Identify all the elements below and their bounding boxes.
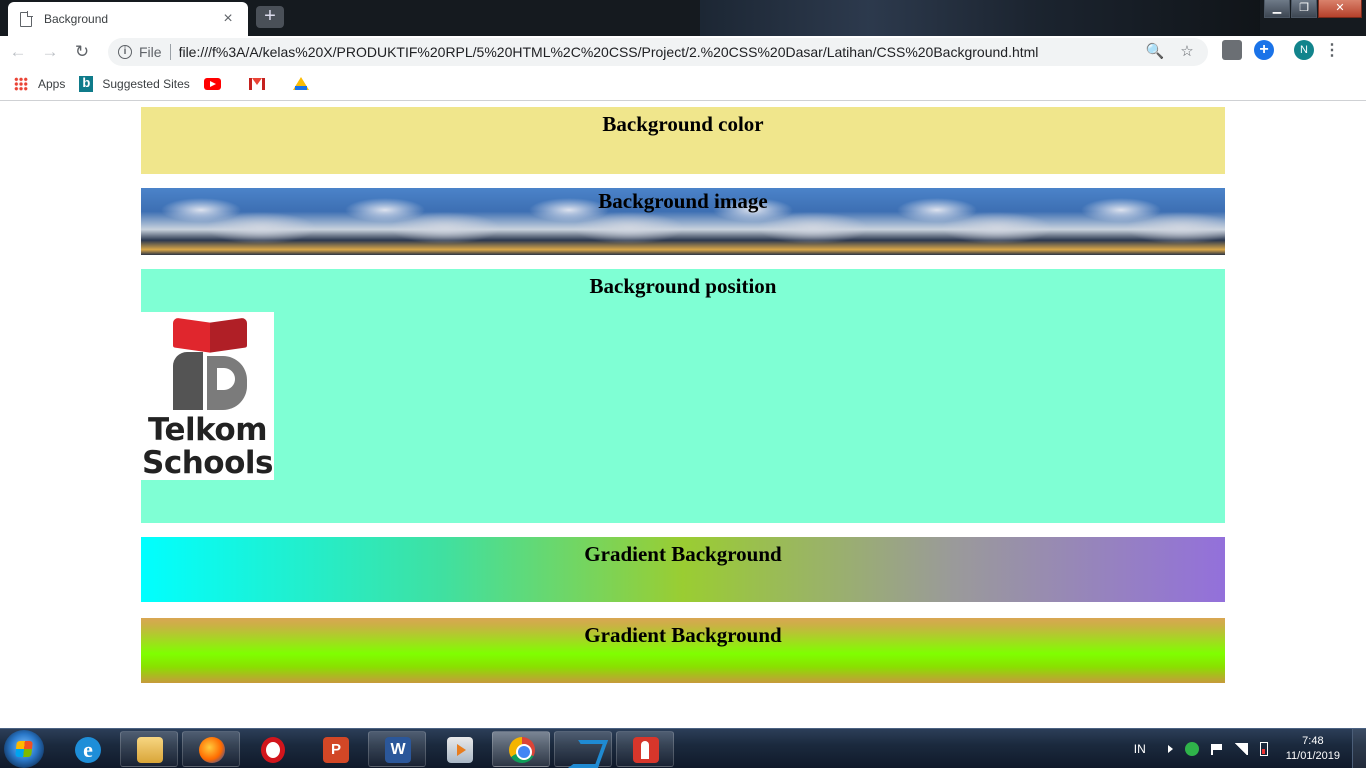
minimize-button[interactable]: ▁ — [1264, 0, 1290, 18]
window-controls: ▁ ❐ ✕ — [1263, 0, 1362, 18]
extensions-area: + N ⋮ — [1222, 40, 1340, 60]
battery-icon[interactable] — [1259, 742, 1268, 756]
word-icon: W — [385, 737, 411, 763]
taskbar-powerpoint[interactable]: P — [306, 731, 364, 767]
section-gradient-vertical: Gradient Background — [141, 618, 1225, 683]
profile-avatar[interactable]: N — [1294, 40, 1314, 60]
bookmark-suggested-sites[interactable]: Suggested Sites — [79, 75, 190, 92]
windows-taskbar: e P W IN 7:48 11/01/2019 — [0, 728, 1366, 768]
bing-icon — [79, 75, 94, 92]
tab-strip: Background × + ▁ ❐ ✕ — [0, 0, 1366, 36]
bookmark-label: Apps — [38, 77, 66, 91]
browser-toolbar: ← → ↻ i File file:///f%3A/A/kelas%20X/PR… — [0, 36, 1366, 68]
taskbar-firefox[interactable] — [182, 731, 240, 767]
media-player-icon — [447, 737, 473, 763]
acrobat-icon — [633, 737, 659, 763]
zoom-icon[interactable]: 🔍 — [1144, 41, 1166, 63]
background-window-blur — [700, 0, 1260, 36]
taskbar-opera[interactable] — [244, 731, 302, 767]
clock[interactable]: 7:48 11/01/2019 — [1286, 734, 1340, 764]
security-shield-icon[interactable] — [1184, 742, 1199, 756]
bookmark-gmail[interactable] — [248, 78, 279, 90]
section-heading: Gradient Background — [584, 623, 782, 647]
section-heading: Background image — [598, 189, 768, 213]
gmail-icon — [248, 78, 265, 90]
address-bar[interactable]: i File file:///f%3A/A/kelas%20X/PRODUKTI… — [108, 38, 1208, 66]
youtube-icon — [203, 78, 221, 90]
section-background-position: Background position Telkom Schools — [141, 269, 1225, 523]
clock-date: 11/01/2019 — [1285, 750, 1340, 762]
taskbar-media-player[interactable] — [430, 731, 488, 767]
reload-button[interactable]: ↻ — [68, 38, 96, 66]
tab-title: Background — [44, 12, 109, 26]
maximize-button[interactable]: ❐ — [1291, 0, 1317, 18]
extension-chat-icon[interactable] — [1222, 40, 1242, 60]
bookmark-youtube[interactable] — [203, 78, 235, 90]
taskbar-file-explorer[interactable] — [120, 731, 178, 767]
opera-icon — [261, 737, 285, 763]
section-background-color: Background color — [141, 107, 1225, 174]
taskbar-vscode[interactable] — [554, 731, 612, 767]
section-heading: Background position — [589, 274, 777, 298]
powerpoint-icon: P — [323, 737, 349, 763]
logo-text: Telkom Schools — [141, 414, 274, 480]
telkom-logo-mark-icon — [163, 318, 255, 414]
bookmark-star-icon[interactable]: ☆ — [1176, 41, 1198, 63]
logo-line-2: Schools — [142, 445, 273, 481]
telkom-schools-logo: Telkom Schools — [141, 312, 274, 480]
bookmarks-bar: Apps Suggested Sites — [0, 68, 1366, 101]
start-button[interactable] — [4, 730, 44, 768]
language-indicator[interactable]: IN — [1134, 742, 1146, 756]
bookmark-label: Suggested Sites — [102, 77, 190, 91]
section-background-image: Background image — [141, 188, 1225, 255]
bookmark-apps[interactable]: Apps — [14, 77, 65, 91]
taskbar-acrobat[interactable] — [616, 731, 674, 767]
apps-grid-icon — [14, 77, 28, 91]
chrome-icon — [509, 737, 535, 763]
logo-line-1: Telkom — [147, 412, 268, 448]
speaker-icon[interactable] — [1167, 745, 1173, 753]
google-drive-icon — [292, 77, 309, 91]
logo-s-shape — [207, 356, 247, 410]
section-heading: Gradient Background — [584, 542, 782, 566]
tab-close-icon[interactable]: × — [220, 10, 236, 28]
book-icon — [173, 320, 247, 350]
clock-time: 7:48 — [1302, 735, 1324, 747]
taskbar-word[interactable]: W — [368, 731, 426, 767]
taskbar-apps: e P W — [58, 731, 678, 767]
extension-plus-icon[interactable]: + — [1254, 40, 1274, 60]
taskbar-ie[interactable]: e — [58, 731, 116, 767]
internet-explorer-icon: e — [75, 737, 101, 763]
taskbar-chrome[interactable] — [492, 731, 550, 767]
close-window-button[interactable]: ✕ — [1318, 0, 1362, 18]
action-center-flag-icon[interactable] — [1210, 743, 1222, 755]
vscode-icon — [571, 737, 597, 763]
browser-tab-active[interactable]: Background × — [8, 2, 248, 36]
back-button[interactable]: ← — [4, 38, 32, 66]
info-icon[interactable]: i — [118, 45, 132, 59]
browser-menu-icon[interactable]: ⋮ — [1324, 40, 1340, 60]
bookmark-drive[interactable] — [292, 77, 309, 91]
new-tab-button[interactable]: + — [256, 6, 284, 28]
section-heading: Background color — [602, 112, 764, 136]
url-text[interactable]: file:///f%3A/A/kelas%20X/PRODUKTIF%20RPL… — [179, 44, 1134, 60]
scheme-label: File — [139, 44, 162, 60]
page-viewport: Background color Background image Backgr… — [0, 102, 1366, 728]
firefox-icon — [199, 737, 225, 763]
logo-t-shape — [173, 352, 203, 410]
folder-icon — [137, 737, 163, 763]
document-icon — [20, 10, 33, 27]
address-separator — [169, 44, 171, 60]
system-tray: IN 7:48 11/01/2019 — [1134, 729, 1366, 768]
network-signal-icon[interactable] — [1233, 743, 1248, 755]
section-gradient-horizontal: Gradient Background — [141, 537, 1225, 602]
forward-button[interactable]: → — [36, 38, 64, 66]
show-desktop-button[interactable] — [1352, 729, 1366, 768]
